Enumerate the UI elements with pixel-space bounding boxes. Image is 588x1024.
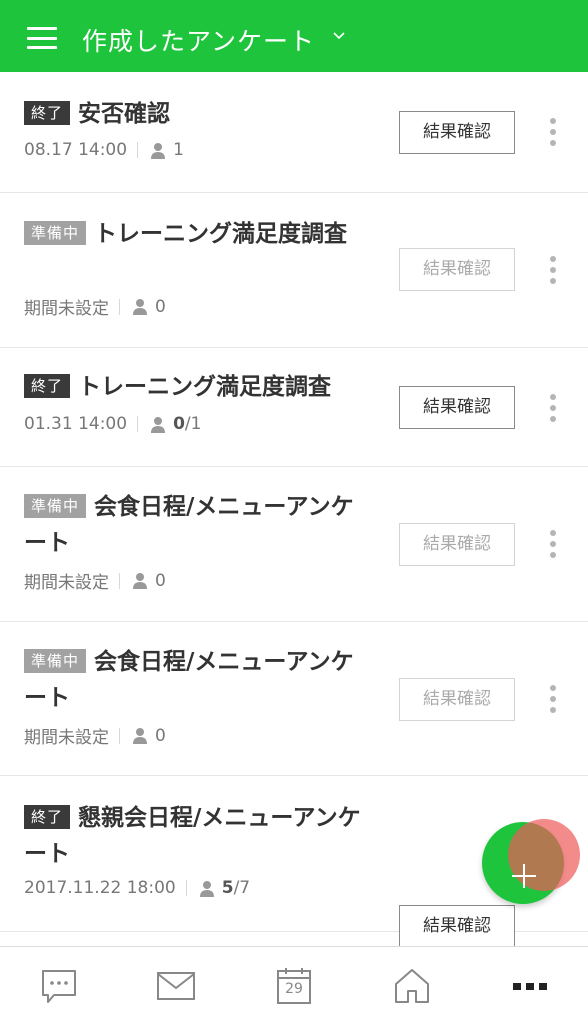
response-count: 1 [173,140,184,160]
result-check-button[interactable]: 結果確認 [399,905,515,948]
survey-meta: 2017.11.22 18:00 5/7 [24,878,250,898]
survey-period: 08.17 14:00 [24,140,128,160]
survey-title-line: 終了 トレーニング満足度調査 [24,369,384,405]
person-icon [133,728,147,744]
tab-calendar[interactable]: 29 [264,947,324,1024]
survey-title-line: 準備中 会食日程/メニューアンケート [24,644,370,716]
person-icon [133,573,147,589]
divider [119,572,120,589]
survey-title-line: 終了 安否確認 [24,96,370,132]
response-count: 0 [155,570,166,591]
tab-more[interactable] [500,947,560,1024]
tab-chat[interactable] [29,947,89,1024]
status-badge: 準備中 [24,221,87,245]
result-check-button[interactable]: 結果確認 [399,678,515,721]
result-check-button[interactable]: 結果確認 [399,523,515,566]
chat-bubble-icon [42,970,76,1003]
status-badge: 準備中 [24,494,87,518]
divider [137,416,139,432]
survey-row[interactable]: 終了 安否確認 08.17 14:00 1 結果確認 [0,72,588,193]
response-count: 5/7 [221,878,251,898]
survey-period: 期間未設定 [24,299,109,319]
hamburger-menu-icon[interactable] [27,27,57,49]
survey-row[interactable]: 終了 トレーニング満足度調査 01.31 14:00 0/1 結果確認 [0,348,588,467]
survey-title: 懇親会日程/メニューアンケート [24,805,361,867]
more-options-icon[interactable] [547,685,559,715]
bottom-tab-bar: 29 [0,946,588,1024]
plus-icon [512,864,536,888]
chevron-down-icon[interactable] [333,30,345,42]
person-icon [199,880,214,897]
survey-title: トレーニング満足度調査 [94,221,348,247]
result-check-button[interactable]: 結果確認 [399,248,515,291]
app-header: 作成したアンケート [0,0,588,72]
response-count: 0 [155,725,166,746]
divider [185,880,187,896]
survey-title: 安否確認 [78,101,171,127]
more-options-icon[interactable] [547,118,559,148]
survey-title: トレーニング満足度調査 [78,374,332,400]
survey-period: 期間未設定 [24,573,109,593]
status-badge: 準備中 [24,649,87,673]
result-check-button[interactable]: 結果確認 [399,386,515,429]
divider [137,142,139,158]
survey-meta: 08.17 14:00 1 [24,140,184,160]
survey-period: 2017.11.22 18:00 [24,878,176,898]
survey-period: 01.31 14:00 [24,414,128,434]
survey-meta: 期間未設定 0 [24,568,166,594]
response-count: 0 [155,296,166,317]
status-badge: 終了 [24,374,71,398]
more-options-icon[interactable] [547,530,559,560]
divider [119,298,120,315]
status-badge: 終了 [24,805,71,829]
response-count: 0/1 [173,414,202,434]
survey-meta: 期間未設定 0 [24,723,166,749]
survey-title-line: 終了 懇親会日程/メニューアンケート [24,800,374,872]
person-icon [151,142,166,159]
page-title[interactable]: 作成したアンケート [82,22,315,58]
tab-mail[interactable] [146,947,206,1024]
survey-title-line: 準備中 会食日程/メニューアンケート [24,489,370,561]
person-icon [133,299,147,315]
survey-row[interactable]: 準備中 トレーニング満足度調査 期間未設定 0 結果確認 [0,193,588,348]
survey-title-line: 準備中 トレーニング満足度調査 [24,216,370,252]
calendar-day: 29 [285,981,303,997]
survey-row[interactable]: 準備中 会食日程/メニューアンケート 期間未設定 0 結果確認 [0,467,588,622]
mail-icon [157,972,195,1000]
survey-meta: 期間未設定 0 [24,294,166,320]
survey-period: 期間未設定 [24,728,109,748]
result-check-button[interactable]: 結果確認 [399,111,515,154]
tab-home[interactable] [382,947,442,1024]
more-icon [513,983,547,990]
person-icon [151,416,166,433]
more-options-icon[interactable] [547,394,559,424]
home-icon [395,969,429,1003]
survey-meta: 01.31 14:00 0/1 [24,414,201,434]
more-options-icon[interactable] [547,256,559,286]
divider [119,727,120,744]
status-badge: 終了 [24,101,71,125]
survey-row[interactable]: 準備中 会食日程/メニューアンケート 期間未設定 0 結果確認 [0,622,588,776]
